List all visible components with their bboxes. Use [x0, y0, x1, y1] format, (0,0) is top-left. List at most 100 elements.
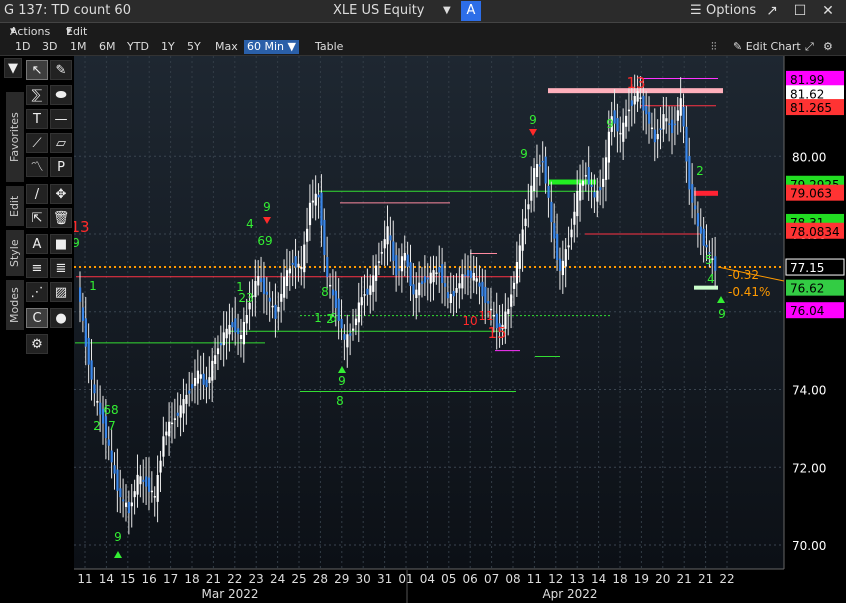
candle-body: [604, 157, 608, 180]
settings-icon[interactable]: ⚙: [820, 40, 836, 54]
table-view[interactable]: Table: [312, 40, 346, 54]
range-max[interactable]: Max: [212, 40, 241, 54]
td-count-label: 11: [478, 309, 493, 323]
security-dropdown-icon[interactable]: ▼: [443, 5, 451, 16]
tab-edit[interactable]: Edit: [6, 186, 24, 226]
candle-body: [438, 266, 441, 273]
candle-body: [432, 270, 435, 283]
edit-chart-button[interactable]: ✎ Edit Chart: [730, 40, 804, 54]
security-badge[interactable]: A: [461, 1, 481, 21]
candle-body: [285, 270, 289, 287]
candle-body: [642, 95, 645, 111]
td-count-label: 69: [257, 234, 272, 248]
tab-style[interactable]: Style: [6, 230, 24, 276]
candle-body: [81, 307, 85, 321]
move-icon[interactable]: ✥: [50, 184, 72, 204]
color-fill-icon[interactable]: ■: [50, 234, 72, 254]
x-tick-label: 07: [484, 572, 499, 586]
candle-body: [291, 262, 294, 265]
candle-body: [622, 122, 625, 142]
trendline-icon[interactable]: ⟋: [26, 133, 48, 153]
candle-body: [314, 193, 317, 206]
fibonacci-icon[interactable]: ⅀: [26, 85, 48, 105]
range-60min[interactable]: 60 Min ▼: [244, 40, 299, 54]
price-chart[interactable]: 70.0072.0074.0076.0078.0080.001114151617…: [0, 0, 846, 603]
candle-body: [84, 318, 87, 347]
range-1y[interactable]: 1Y: [158, 40, 178, 54]
security-name[interactable]: XLE US Equity: [333, 3, 425, 18]
candle-body: [484, 286, 487, 303]
candle-body: [412, 284, 415, 295]
edit-menu[interactable]: Edit ▾: [66, 24, 87, 38]
x-tick-label: 30: [356, 572, 371, 586]
tab-favorites[interactable]: Favorites: [6, 92, 24, 182]
chart-settings-icon[interactable]: ⚙: [26, 334, 48, 354]
candle-body: [564, 249, 567, 267]
select-icon[interactable]: ⇱: [26, 208, 48, 228]
td-count-label: 1: [89, 279, 97, 293]
range-5y[interactable]: 5Y: [184, 40, 204, 54]
options-menu[interactable]: Options: [706, 3, 756, 18]
brush-icon[interactable]: /: [26, 184, 48, 204]
zoom-icon[interactable]: ⤢: [802, 40, 817, 54]
candle-body: [280, 293, 283, 302]
candle-body: [487, 301, 490, 304]
magnet-icon[interactable]: C: [26, 308, 48, 328]
candle-body: [696, 213, 700, 227]
candle-body: [225, 328, 228, 339]
text-icon[interactable]: T: [26, 109, 48, 129]
candle-body: [630, 100, 633, 106]
line-style-icon[interactable]: ≡: [26, 258, 48, 278]
pencil-icon[interactable]: ✎: [50, 60, 72, 80]
range-6m[interactable]: 6M: [96, 40, 119, 54]
pointer-icon[interactable]: ↖: [26, 60, 48, 80]
close-icon[interactable]: ✕: [818, 1, 838, 21]
font-icon[interactable]: A: [26, 234, 48, 254]
palette-icon[interactable]: ●: [50, 308, 72, 328]
candle-body: [587, 167, 590, 185]
popout-icon[interactable]: ↗: [762, 1, 782, 21]
candle-body: [584, 175, 588, 177]
x-tick-label: 14: [591, 572, 606, 586]
options-icon[interactable]: ☰: [690, 3, 702, 18]
toggle-icon[interactable]: ⫶⫶: [708, 40, 720, 54]
candle-body: [515, 261, 519, 284]
td-count-label: 9: [520, 147, 528, 161]
candle-body: [633, 95, 636, 105]
candle-body: [464, 274, 467, 277]
range-ytd[interactable]: YTD: [124, 40, 152, 54]
range-1d[interactable]: 1D: [12, 40, 33, 54]
candle-body: [383, 239, 386, 249]
line-chart-icon[interactable]: 〽: [26, 157, 48, 177]
candle-body: [688, 156, 691, 190]
candle-body: [133, 491, 136, 498]
month-label: Mar 2022: [202, 587, 259, 601]
hatch-icon[interactable]: ▨: [50, 282, 72, 302]
candle-body: [398, 269, 401, 271]
maximize-icon[interactable]: ☐: [790, 1, 810, 21]
edit-label: Edit: [66, 25, 88, 38]
candle-body: [337, 298, 340, 322]
channel-icon[interactable]: ▱: [50, 133, 72, 153]
y-tick-label: 70.00: [792, 539, 826, 553]
candle-body: [607, 131, 610, 163]
ellipse-icon[interactable]: ⬬: [50, 85, 72, 105]
candle-body: [619, 132, 622, 135]
price-label-icon[interactable]: P: [50, 157, 72, 177]
trash-icon[interactable]: 🗑: [50, 208, 72, 228]
candle-body: [380, 252, 383, 254]
range-3d[interactable]: 3D: [39, 40, 60, 54]
candle-body: [311, 200, 314, 203]
tab-modes[interactable]: Modes: [6, 280, 24, 330]
line-weight-icon[interactable]: ≣: [50, 258, 72, 278]
dashed-line-icon[interactable]: ⋰: [26, 282, 48, 302]
candle-body: [656, 134, 659, 140]
candle-body: [303, 244, 306, 273]
horizontal-line-icon[interactable]: —: [50, 109, 72, 129]
range-1m[interactable]: 1M: [67, 40, 90, 54]
collapse-icon[interactable]: ▼: [4, 58, 22, 78]
candle-body: [556, 233, 559, 261]
x-tick-label: 31: [377, 572, 392, 586]
candle-body: [219, 343, 223, 346]
actions-menu[interactable]: Actions ▾: [10, 24, 50, 38]
